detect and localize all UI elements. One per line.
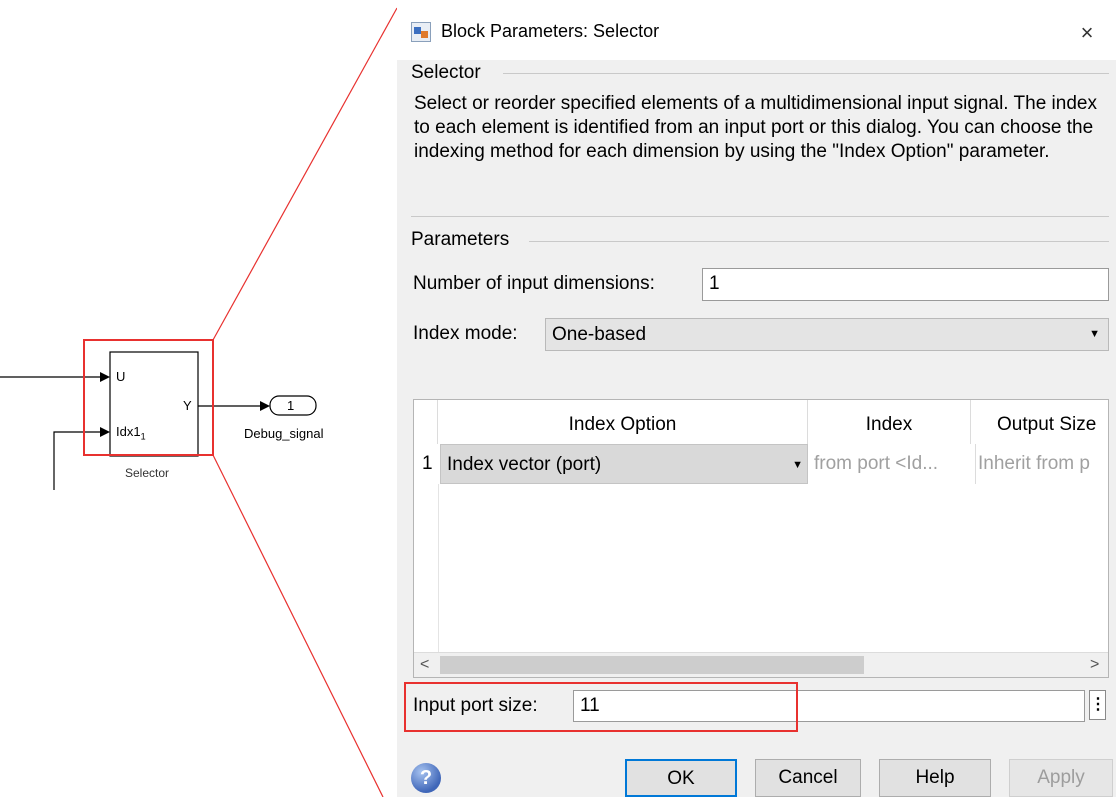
arrowhead-y bbox=[260, 401, 270, 411]
num-dims-label: Number of input dimensions: bbox=[413, 273, 655, 294]
more-options-button[interactable]: ⋮ bbox=[1089, 690, 1106, 720]
parameters-title: Parameters bbox=[411, 229, 514, 251]
help-button[interactable]: Help bbox=[879, 759, 991, 797]
block-parameters-dialog: Block Parameters: Selector × Selector Se… bbox=[397, 0, 1116, 797]
dropdown-arrow-icon: ▼ bbox=[1089, 328, 1100, 340]
callout-line-top bbox=[212, 7, 398, 341]
port-label-y: Y bbox=[183, 398, 192, 413]
column-header-index-option[interactable]: Index Option bbox=[438, 400, 808, 444]
index-mode-label: Index mode: bbox=[413, 323, 518, 344]
outport-name: Debug_signal bbox=[244, 426, 324, 441]
section-separator bbox=[503, 73, 1109, 74]
index-option-value: Index vector (port) bbox=[447, 454, 602, 475]
index-cell[interactable]: from port <Id... bbox=[812, 444, 969, 484]
dropdown-arrow-icon: ▼ bbox=[792, 459, 803, 471]
port-idx-subscript: 1 bbox=[140, 431, 146, 442]
cancel-button[interactable]: Cancel bbox=[755, 759, 861, 797]
dialog-title: Block Parameters: Selector bbox=[441, 21, 660, 41]
close-icon[interactable]: × bbox=[1067, 16, 1107, 50]
scrollbar-thumb[interactable] bbox=[440, 656, 864, 674]
index-table[interactable]: Index Option Index Output Size 1 Index v… bbox=[413, 399, 1109, 678]
section-title: Selector bbox=[411, 62, 485, 84]
arrowhead-u bbox=[100, 372, 110, 382]
callout-line-bottom bbox=[212, 454, 384, 797]
port-label-idx: Idx11 bbox=[116, 424, 146, 442]
block-params-icon bbox=[411, 22, 431, 42]
title-bar[interactable]: Block Parameters: Selector × bbox=[397, 0, 1116, 60]
num-dims-input[interactable]: 1 bbox=[702, 268, 1109, 301]
apply-button[interactable]: Apply bbox=[1009, 759, 1113, 797]
index-mode-value: One-based bbox=[552, 324, 647, 345]
row-number: 1 bbox=[422, 453, 433, 474]
output-size-cell[interactable]: Inherit from p bbox=[975, 444, 1108, 484]
horizontal-scrollbar[interactable]: < > bbox=[414, 652, 1108, 677]
block-name-label: Selector bbox=[125, 466, 170, 480]
scroll-left-icon[interactable]: < bbox=[420, 653, 429, 677]
column-header-index[interactable]: Index bbox=[808, 400, 971, 444]
block-description: Select or reorder specified elements of … bbox=[414, 93, 1097, 162]
scroll-right-icon[interactable]: > bbox=[1090, 653, 1099, 677]
port-label-u: U bbox=[116, 369, 126, 384]
row-number-header bbox=[414, 400, 438, 444]
description-separator bbox=[411, 216, 1109, 217]
ok-button[interactable]: OK bbox=[625, 759, 737, 797]
port-idx-text: Idx1 bbox=[116, 424, 141, 439]
index-mode-select[interactable]: One-based ▼ bbox=[545, 318, 1109, 351]
column-header-output-size[interactable]: Output Size bbox=[971, 400, 1108, 444]
signal-line-idx bbox=[53, 431, 100, 490]
parameters-separator bbox=[529, 241, 1109, 242]
arrowhead-idx bbox=[100, 427, 110, 437]
input-port-size-highlight bbox=[404, 682, 798, 732]
table-gridline bbox=[438, 484, 439, 654]
help-icon[interactable]: ? bbox=[411, 763, 441, 793]
index-option-cell[interactable]: Index vector (port) ▼ bbox=[440, 444, 808, 484]
block-params-icon-graphic bbox=[414, 27, 428, 38]
outport-number: 1 bbox=[287, 398, 295, 413]
